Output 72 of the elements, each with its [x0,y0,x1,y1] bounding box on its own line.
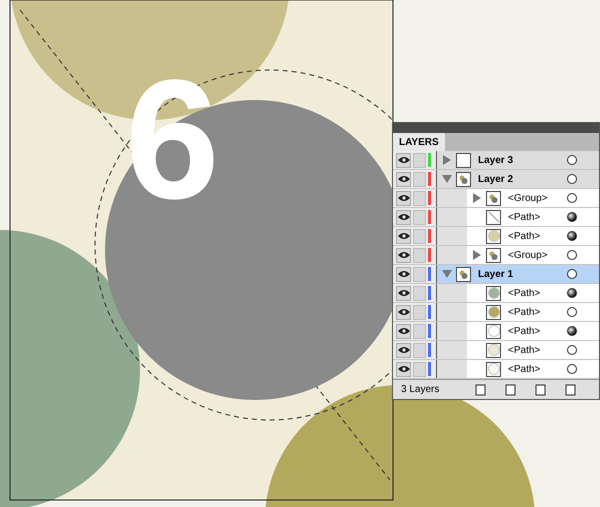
layers-tab[interactable]: LAYERS [393,133,445,151]
layer-name[interactable]: Layer 1 [478,266,514,282]
eye-icon [398,251,410,259]
eye-icon [398,194,410,202]
collapsed-triangle-icon[interactable] [472,193,482,203]
visibility-toggle[interactable] [396,228,411,244]
visibility-toggle[interactable] [396,286,411,300]
layer-name[interactable]: Layer 2 [478,172,514,186]
eye-icon [398,213,410,221]
layer-name[interactable]: Layer 3 [478,152,514,168]
target-hollow-icon[interactable] [567,155,577,165]
lock-toggle[interactable] [413,324,426,338]
artwork-thumbnail-icon [459,174,468,184]
lock-toggle[interactable] [413,152,426,168]
target-hollow-icon[interactable] [567,345,577,355]
layer-count: 3 Layers [400,383,440,397]
target-filled-icon[interactable] [567,288,577,298]
collapsed-triangle-icon[interactable] [442,155,452,165]
eye-icon [398,327,410,335]
target-filled-icon[interactable] [567,326,577,336]
eye-icon [398,156,410,164]
visibility-toggle[interactable] [396,172,411,186]
visibility-toggle[interactable] [396,266,411,282]
eye-icon [398,365,410,373]
lock-toggle[interactable] [413,342,426,358]
layer-color-bar [428,248,431,262]
lock-toggle[interactable] [413,228,426,244]
layer-color-bar [428,286,431,300]
target-hollow-icon[interactable] [567,364,577,374]
lock-toggle[interactable] [413,172,426,186]
artwork-thumbnail-icon [489,250,498,260]
lock-toggle[interactable] [413,190,426,206]
visibility-toggle[interactable] [396,248,411,262]
visibility-toggle[interactable] [396,342,411,358]
lock-toggle[interactable] [413,248,426,262]
target-hollow-icon[interactable] [567,193,577,203]
lock-toggle[interactable] [413,362,426,376]
visibility-toggle[interactable] [396,210,411,224]
visibility-toggle[interactable] [396,190,411,206]
lock-toggle[interactable] [413,304,426,320]
artwork-thumbnail-icon [459,270,468,278]
eye-icon [398,270,410,278]
target-hollow-icon[interactable] [567,307,577,317]
layer-color-bar [428,229,431,243]
eye-icon [398,346,410,354]
visibility-toggle[interactable] [396,324,411,338]
eye-icon [398,289,410,297]
layer-thumbnail [456,152,471,168]
lock-toggle[interactable] [413,210,426,224]
visibility-toggle[interactable] [396,152,411,168]
target-hollow-icon[interactable] [567,174,577,184]
layer-color-bar [428,343,431,357]
visibility-toggle[interactable] [396,304,411,320]
eye-icon [398,175,410,183]
layer-color-bar [428,210,431,224]
artwork-thumbnail-icon [489,194,498,202]
lock-toggle[interactable] [413,266,426,282]
target-hollow-icon[interactable] [567,269,577,279]
target-filled-icon[interactable] [567,212,577,222]
eye-icon [398,308,410,316]
layer-color-bar [428,191,431,205]
target-filled-icon[interactable] [567,231,577,241]
target-hollow-icon[interactable] [567,250,577,260]
lock-toggle[interactable] [413,286,426,300]
expanded-triangle-icon[interactable] [442,174,452,184]
layer-color-bar [428,362,431,376]
eye-icon [398,232,410,240]
expanded-triangle-icon[interactable] [442,269,452,279]
visibility-toggle[interactable] [396,362,411,376]
layer-color-bar [428,305,431,319]
layer-color-bar [428,324,431,338]
collapsed-triangle-icon[interactable] [472,250,482,260]
